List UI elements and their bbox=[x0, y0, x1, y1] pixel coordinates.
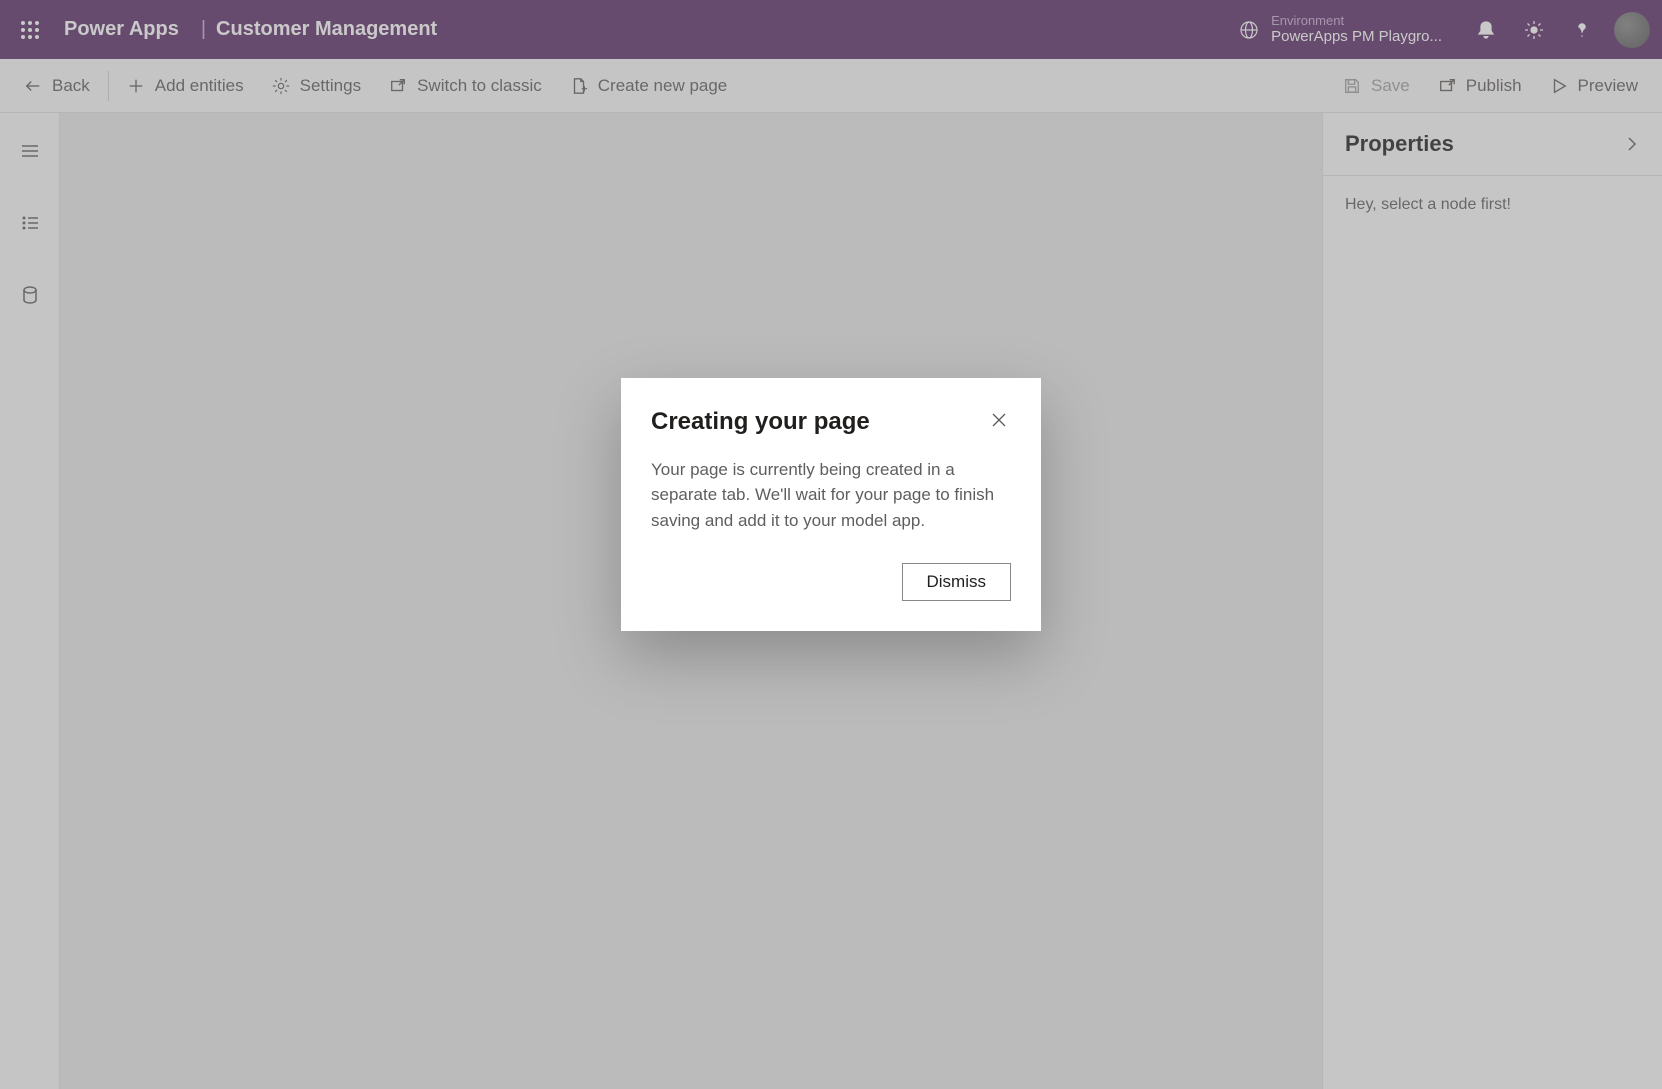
modal-title: Creating your page bbox=[651, 408, 870, 436]
modal-dialog: Creating your page Your page is currentl… bbox=[621, 378, 1041, 632]
dismiss-button[interactable]: Dismiss bbox=[902, 563, 1012, 601]
close-icon bbox=[991, 412, 1007, 428]
modal-close-button[interactable] bbox=[987, 408, 1011, 437]
modal-body: Your page is currently being created in … bbox=[651, 457, 1011, 534]
modal-overlay: Creating your page Your page is currentl… bbox=[0, 0, 1662, 1089]
